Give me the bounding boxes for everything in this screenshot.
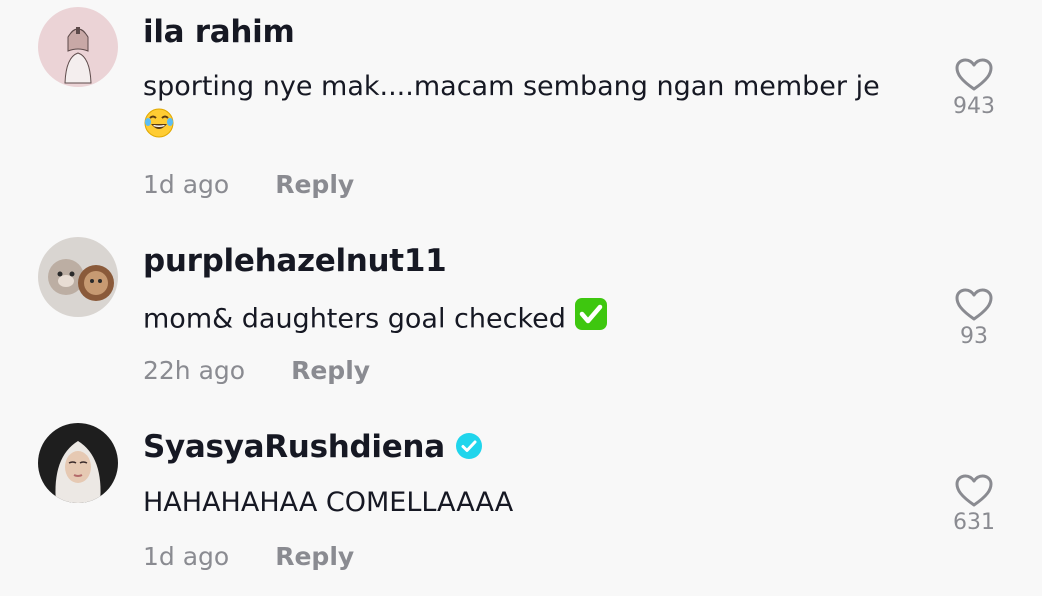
avatar[interactable]: [38, 423, 118, 503]
comment-item: ila rahim sporting nye mak....macam semb…: [0, 0, 1042, 220]
like-button[interactable]: 93: [944, 288, 1004, 349]
comment-username[interactable]: ila rahim: [143, 14, 295, 50]
comment-username[interactable]: SyasyaRushdiena: [143, 429, 483, 465]
face-with-tears-of-joy-emoji: [143, 107, 175, 151]
like-count: 93: [960, 324, 988, 349]
comment-item: purplehazelnut11 mom& daughters goal che…: [0, 228, 1042, 408]
avatar[interactable]: [38, 7, 118, 87]
comment-meta: 22h ago Reply: [143, 356, 370, 385]
heart-outline-icon[interactable]: [955, 288, 993, 322]
comment-text: mom& daughters goal checked: [143, 297, 923, 343]
comment-text: HAHAHAHAA COMELLAAAA: [143, 487, 514, 518]
comment-time: 1d ago: [143, 170, 230, 199]
reply-button[interactable]: Reply: [275, 170, 354, 199]
comment-meta: 1d ago Reply: [143, 542, 354, 571]
comment-item: SyasyaRushdiena HAHAHAHAA COMELLAAAA 1d …: [0, 414, 1042, 596]
reply-button[interactable]: Reply: [275, 542, 354, 571]
comment-time: 1d ago: [143, 542, 230, 571]
like-button[interactable]: 631: [944, 474, 1004, 535]
reply-button[interactable]: Reply: [291, 356, 370, 385]
comment-time: 22h ago: [143, 356, 246, 385]
like-button[interactable]: 943: [944, 58, 1004, 119]
verified-badge-icon: [455, 432, 482, 459]
comment-username[interactable]: purplehazelnut11: [143, 243, 447, 279]
like-count: 631: [953, 510, 995, 535]
avatar[interactable]: [38, 237, 118, 317]
heart-outline-icon[interactable]: [955, 474, 993, 508]
comment-meta: 1d ago Reply: [143, 170, 354, 199]
comment-list: ila rahim sporting nye mak....macam semb…: [0, 0, 1042, 596]
comment-text: sporting nye mak....macam sembang ngan m…: [143, 67, 923, 151]
like-count: 943: [953, 94, 995, 119]
check-mark-button-emoji: [574, 297, 608, 343]
heart-outline-icon[interactable]: [955, 58, 993, 92]
